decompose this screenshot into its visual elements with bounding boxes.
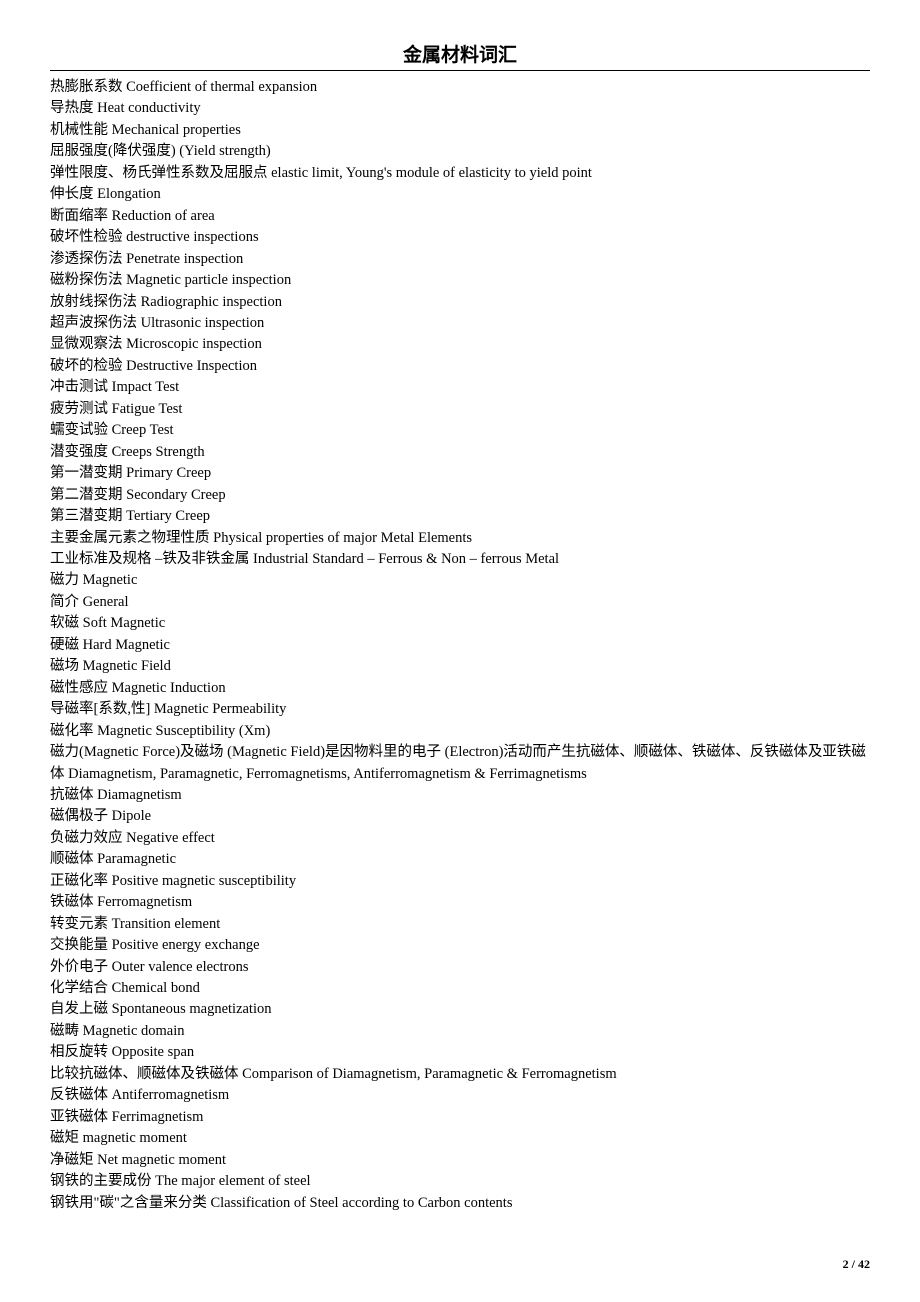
vocabulary-line: 化学结合 Chemical bond: [50, 978, 870, 999]
vocabulary-line: 简介 General: [50, 592, 870, 613]
vocabulary-line: 转变元素 Transition element: [50, 914, 870, 935]
vocabulary-line: 比较抗磁体、顺磁体及铁磁体 Comparison of Diamagnetism…: [50, 1064, 870, 1085]
vocabulary-line: 蠕变试验 Creep Test: [50, 420, 870, 441]
vocabulary-line: 放射线探伤法 Radiographic inspection: [50, 292, 870, 313]
vocabulary-line: 磁粉探伤法 Magnetic particle inspection: [50, 270, 870, 291]
page-footer: 2 / 42: [843, 1257, 870, 1272]
page-title: 金属材料词汇: [50, 40, 870, 71]
vocabulary-line: 净磁矩 Net magnetic moment: [50, 1150, 870, 1171]
vocabulary-line: 硬磁 Hard Magnetic: [50, 635, 870, 656]
vocabulary-line: 亚铁磁体 Ferrimagnetism: [50, 1107, 870, 1128]
vocabulary-line: 钢铁的主要成份 The major element of steel: [50, 1171, 870, 1192]
vocabulary-line: 第一潜变期 Primary Creep: [50, 463, 870, 484]
vocabulary-line: 抗磁体 Diamagnetism: [50, 785, 870, 806]
vocabulary-line: 正磁化率 Positive magnetic susceptibility: [50, 871, 870, 892]
vocabulary-line: 软磁 Soft Magnetic: [50, 613, 870, 634]
vocabulary-line: 疲劳测试 Fatigue Test: [50, 399, 870, 420]
vocabulary-line: 渗透探伤法 Penetrate inspection: [50, 249, 870, 270]
vocabulary-line: 超声波探伤法 Ultrasonic inspection: [50, 313, 870, 334]
vocabulary-line: 工业标准及规格 –铁及非铁金属 Industrial Standard – Fe…: [50, 549, 870, 570]
vocabulary-line: 第三潜变期 Tertiary Creep: [50, 506, 870, 527]
vocabulary-line: 伸长度 Elongation: [50, 184, 870, 205]
vocabulary-line: 铁磁体 Ferromagnetism: [50, 892, 870, 913]
vocabulary-line: 磁力 Magnetic: [50, 570, 870, 591]
vocabulary-line: 钢铁用"碳"之含量来分类 Classification of Steel acc…: [50, 1193, 870, 1214]
page-number-total: 42: [858, 1257, 870, 1271]
vocabulary-line: 破坏的检验 Destructive Inspection: [50, 356, 870, 377]
vocabulary-line: 弹性限度、杨氏弹性系数及屈服点 elastic limit, Young's m…: [50, 163, 870, 184]
vocabulary-line: 机械性能 Mechanical properties: [50, 120, 870, 141]
document-content: 热膨胀系数 Coefficient of thermal expansion导热…: [50, 77, 870, 1214]
vocabulary-line: 断面缩率 Reduction of area: [50, 206, 870, 227]
vocabulary-line: 磁性感应 Magnetic Induction: [50, 678, 870, 699]
document-page: 金属材料词汇 热膨胀系数 Coefficient of thermal expa…: [0, 0, 920, 1302]
vocabulary-line: 第二潜变期 Secondary Creep: [50, 485, 870, 506]
vocabulary-line: 相反旋转 Opposite span: [50, 1042, 870, 1063]
vocabulary-line: 外价电子 Outer valence electrons: [50, 957, 870, 978]
vocabulary-line: 磁矩 magnetic moment: [50, 1128, 870, 1149]
vocabulary-line: 主要金属元素之物理性质 Physical properties of major…: [50, 528, 870, 549]
vocabulary-line: 负磁力效应 Negative effect: [50, 828, 870, 849]
vocabulary-line: 显微观察法 Microscopic inspection: [50, 334, 870, 355]
vocabulary-line: 磁化率 Magnetic Susceptibility (Xm): [50, 721, 870, 742]
page-number-sep: /: [849, 1257, 858, 1271]
vocabulary-line: 反铁磁体 Antiferromagnetism: [50, 1085, 870, 1106]
vocabulary-line: 磁场 Magnetic Field: [50, 656, 870, 677]
vocabulary-line: 磁偶极子 Dipole: [50, 806, 870, 827]
vocabulary-line: 交换能量 Positive energy exchange: [50, 935, 870, 956]
vocabulary-line: 热膨胀系数 Coefficient of thermal expansion: [50, 77, 870, 98]
vocabulary-line: 磁力(Magnetic Force)及磁场 (Magnetic Field)是因…: [50, 742, 870, 785]
vocabulary-line: 导磁率[系数,性] Magnetic Permeability: [50, 699, 870, 720]
vocabulary-line: 破坏性检验 destructive inspections: [50, 227, 870, 248]
vocabulary-line: 顺磁体 Paramagnetic: [50, 849, 870, 870]
vocabulary-line: 冲击测试 Impact Test: [50, 377, 870, 398]
vocabulary-line: 自发上磁 Spontaneous magnetization: [50, 999, 870, 1020]
vocabulary-line: 磁畴 Magnetic domain: [50, 1021, 870, 1042]
vocabulary-line: 屈服强度(降伏强度) (Yield strength): [50, 141, 870, 162]
vocabulary-line: 潜变强度 Creeps Strength: [50, 442, 870, 463]
vocabulary-line: 导热度 Heat conductivity: [50, 98, 870, 119]
